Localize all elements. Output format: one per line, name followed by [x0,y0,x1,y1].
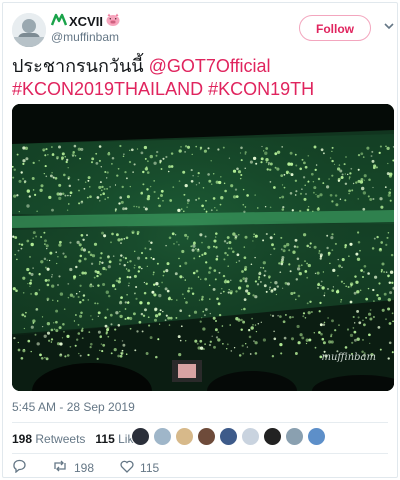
liker-avatar[interactable] [175,427,194,446]
divider [12,422,388,423]
liker-avatar[interactable] [263,427,282,446]
tweet-timestamp[interactable]: 5:45 AM - 28 Sep 2019 [12,400,135,414]
avatar[interactable] [12,13,46,47]
follow-button[interactable]: Follow [299,15,371,41]
tweet-photo[interactable]: muffinbam [12,104,394,391]
retweets-count: 198 [12,432,33,446]
retweets-stat[interactable]: 198 Retweets [12,432,85,446]
liker-avatar[interactable] [241,427,260,446]
liker-avatar[interactable] [153,427,172,446]
like-count: 115 [140,460,160,475]
liker-avatar[interactable] [197,427,216,446]
likes-count: 115 [95,432,115,446]
pig-emoji-icon [105,13,121,30]
reply-button[interactable] [12,459,26,476]
liker-avatar[interactable] [307,427,326,446]
display-name[interactable]: XCVII [50,13,121,30]
like-button[interactable]: 115 [120,460,159,476]
reply-icon [12,459,26,476]
tweet-actions: 198 115 [12,459,185,476]
mention-link[interactable]: @GOT7Official [149,56,271,76]
hashtag-link[interactable]: #KCON2019THAILAND [12,79,203,99]
hashtag-link[interactable]: #KCON19TH [208,79,314,99]
liker-avatar[interactable] [131,427,150,446]
concert-crowd-image [12,104,394,391]
retweet-count: 198 [74,460,95,475]
display-name-text: XCVII [69,14,103,29]
liker-avatar[interactable] [285,427,304,446]
retweet-icon [52,459,68,476]
liker-avatars [131,427,326,446]
retweet-button[interactable]: 198 [52,459,94,476]
user-handle[interactable]: @muffinbam [51,30,119,44]
tweet-card: XCVII @muffinbam Follow ประชากรนกวันนี้ … [2,2,398,478]
heart-icon [120,460,134,476]
retweets-label: Retweets [35,432,86,446]
chevron-down-icon[interactable] [383,19,395,31]
divider [12,453,388,454]
photo-watermark: muffinbam [321,352,377,363]
tweet-stats: 198 Retweets 115 Likes [12,432,146,446]
tweet-text-plain: ประชากรนกวันนี้ [12,56,149,76]
tweet-text: ประชากรนกวันนี้ @GOT7Official #KCON2019T… [12,55,392,101]
brand-logo-icon [50,13,68,30]
liker-avatar[interactable] [219,427,238,446]
